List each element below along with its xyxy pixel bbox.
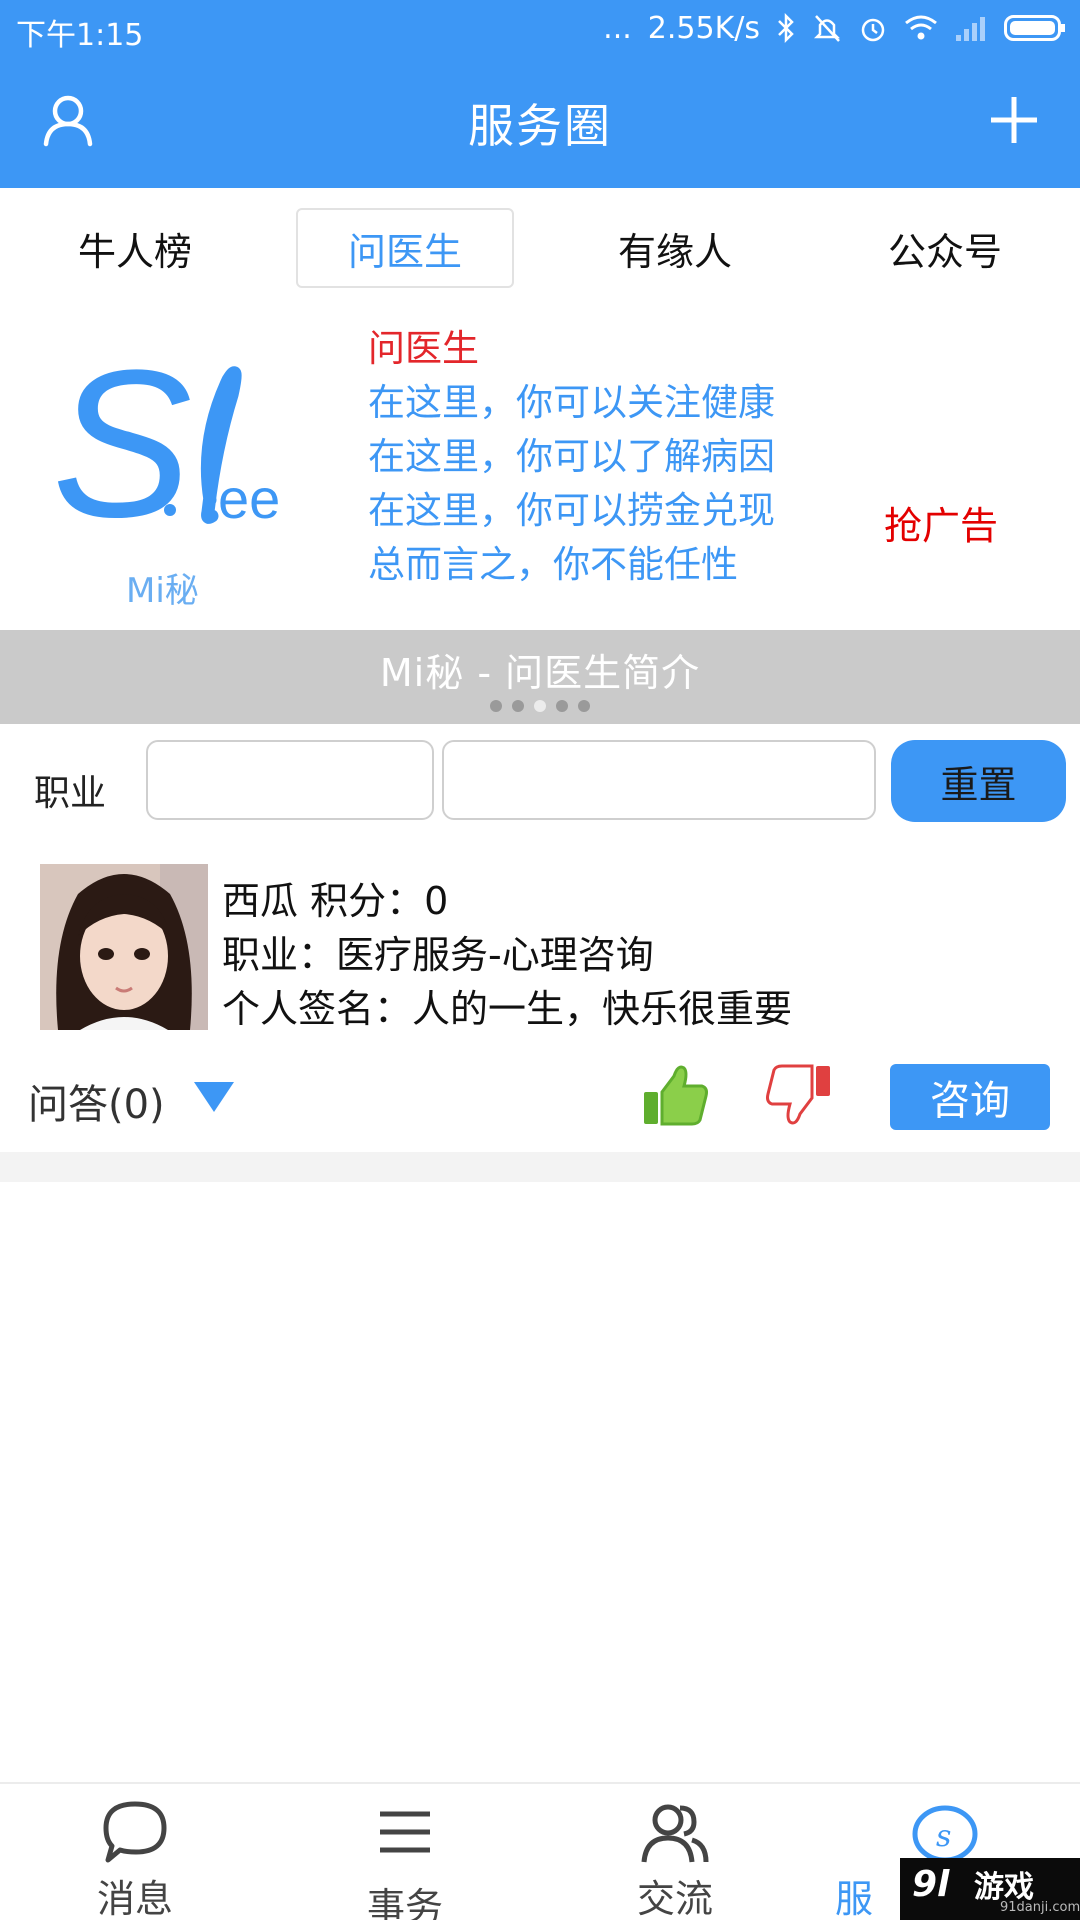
grab-ad-link[interactable]: 抢广告	[884, 495, 998, 550]
watermark-url: 91danji.com	[1000, 1900, 1080, 1915]
banner-line: 在这里，你可以关注健康	[368, 381, 775, 424]
thumbs-up-icon[interactable]	[640, 1062, 710, 1128]
profession-filter: 职业 重置	[0, 724, 1080, 840]
banner-caption-bar: Mi秘 - 问医生简介	[0, 630, 1080, 724]
svg-text:S: S	[52, 326, 192, 561]
category-tabs: 牛人榜 问医生 有缘人 公众号	[0, 188, 1080, 298]
tab-niurenbang[interactable]: 牛人榜	[26, 208, 244, 288]
user-profession: 职业：医疗服务-心理咨询	[222, 933, 654, 977]
banner-line: 总而言之，你不能任性	[368, 543, 738, 586]
banner-text: 问医生 在这里，你可以关注健康 在这里，你可以了解病因 在这里，你可以捞金兑现 …	[368, 322, 775, 592]
user-name-score: 西瓜 积分：0	[222, 879, 449, 923]
nav-label: 事务	[366, 1885, 443, 1920]
status-bar: 下午1:15 ... 2.55K/s	[0, 0, 1080, 56]
page-title: 服务圈	[468, 99, 612, 153]
banner-line-title: 问医生	[368, 327, 479, 370]
nav-label: 消息	[96, 1877, 173, 1920]
carousel-dot[interactable]	[490, 700, 502, 712]
thumbs-down-icon[interactable]	[764, 1062, 834, 1128]
status-time: 下午1:15	[16, 18, 144, 53]
tab-youyuanren[interactable]: 有缘人	[566, 208, 784, 288]
banner-caption: Mi秘 - 问医生简介	[379, 651, 701, 695]
nav-label: 交流	[636, 1877, 713, 1920]
nav-affairs[interactable]: 事务	[270, 1784, 540, 1920]
wifi-icon	[905, 15, 937, 40]
banner-line: 在这里，你可以捞金兑现	[368, 489, 775, 532]
nav-exchange[interactable]: 交流	[540, 1784, 810, 1920]
plus-icon	[991, 97, 1037, 143]
signal-icon	[956, 17, 985, 41]
carousel-dot[interactable]	[512, 700, 524, 712]
reset-button[interactable]: 重置	[891, 740, 1066, 822]
bluetooth-icon	[778, 12, 794, 44]
nav-messages[interactable]: 消息	[0, 1784, 270, 1920]
doctor-card[interactable]: 西瓜 积分：0 职业：医疗服务-心理咨询 个人签名：人的一生，快乐很重要 问答(…	[0, 840, 1080, 1152]
carousel-dot[interactable]	[556, 700, 568, 712]
tab-public-account[interactable]: 公众号	[836, 208, 1054, 288]
status-dots: ...	[603, 10, 632, 46]
mute-icon	[813, 15, 841, 42]
qa-count[interactable]: 问答(0)	[28, 1072, 165, 1130]
nav-label: 服	[834, 1877, 873, 1920]
carousel-dot-active[interactable]	[534, 700, 546, 712]
site-watermark: 9l 游戏 91danji.com	[900, 1858, 1080, 1920]
alarm-icon	[861, 18, 885, 42]
avatar[interactable]	[40, 864, 208, 1030]
profession-field-primary[interactable]	[146, 740, 434, 820]
svg-text:ee: ee	[218, 467, 280, 530]
watermark-logo: 9l	[912, 1864, 950, 1905]
app-root: 下午1:15 ... 2.55K/s 服务圈 牛人榜 问医生 有缘人 公众号 S…	[0, 0, 1080, 1920]
expand-triangle-icon[interactable]	[192, 1080, 236, 1114]
menu-lines-icon	[380, 1811, 430, 1853]
chat-bubble-icon	[103, 1801, 167, 1863]
status-speed: 2.55K/s	[647, 10, 760, 46]
banner-line: 在这里，你可以了解病因	[368, 435, 775, 478]
profession-field-secondary[interactable]	[442, 740, 876, 820]
tab-ask-doctor[interactable]: 问医生	[296, 208, 514, 288]
banner[interactable]: S ee Mi秘 问医生 在这里，你可以关注健康 在这里，你可以了解病因 在这里…	[0, 300, 1080, 630]
top-bar: 下午1:15 ... 2.55K/s 服务圈	[0, 0, 1080, 188]
svg-text:Mi秘: Mi秘	[126, 571, 199, 611]
slee-logo: S ee Mi秘	[52, 326, 280, 611]
carousel-dot[interactable]	[578, 700, 590, 712]
filter-label: 职业	[34, 773, 107, 814]
svg-text:s: s	[936, 1819, 951, 1854]
battery-icon	[1004, 15, 1065, 41]
add-button[interactable]	[982, 88, 1046, 152]
carousel-indicator	[0, 700, 1080, 712]
people-icon	[641, 1804, 709, 1863]
divider	[0, 1152, 1080, 1182]
consult-button[interactable]: 咨询	[890, 1064, 1050, 1130]
status-right: ... 2.55K/s	[603, 8, 1066, 48]
user-signature: 个人签名：人的一生，快乐很重要	[222, 987, 793, 1031]
